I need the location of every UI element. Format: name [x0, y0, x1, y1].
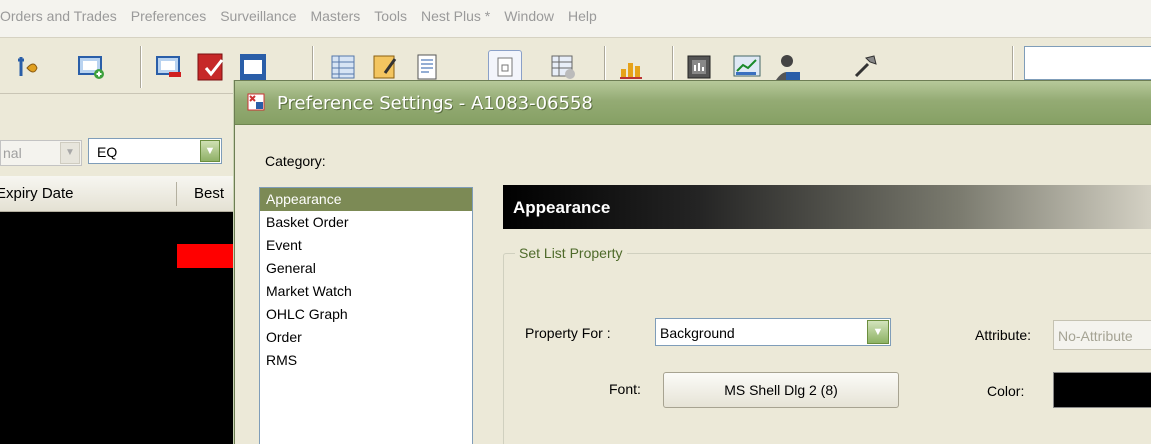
menu-help[interactable]: Help: [568, 8, 597, 24]
market-watch-grid[interactable]: [0, 212, 240, 444]
chevron-down-icon[interactable]: ▼: [200, 140, 220, 162]
toolbar-search-input[interactable]: [1024, 46, 1151, 80]
menu-tools[interactable]: Tools: [374, 8, 407, 24]
menu-bar: Orders and Trades Preferences Surveillan…: [0, 0, 1151, 38]
property-for-value: Background: [660, 325, 735, 341]
category-label: Category:: [265, 153, 326, 169]
chart-icon[interactable]: [614, 50, 648, 84]
category-item-appearance[interactable]: Appearance: [260, 188, 472, 211]
market-watch-header: Expiry Date Best: [0, 176, 240, 212]
category-list[interactable]: Appearance Basket Order Event General Ma…: [259, 187, 473, 444]
price-cell-red[interactable]: [177, 244, 240, 268]
dialog-titlebar[interactable]: Preference Settings - A1083-06558: [235, 81, 1151, 125]
chevron-down-icon[interactable]: ▼: [867, 320, 889, 344]
menu-window[interactable]: Window: [504, 8, 554, 24]
category-item-ohlc-graph[interactable]: OHLC Graph: [260, 303, 472, 326]
series-value: EQ: [97, 144, 118, 160]
menu-masters[interactable]: Masters: [310, 8, 360, 24]
category-item-general[interactable]: General: [260, 257, 472, 280]
column-best[interactable]: Best: [194, 185, 224, 202]
menu-preferences[interactable]: Preferences: [131, 8, 206, 24]
add-watch-icon[interactable]: [74, 50, 108, 84]
instrument-combo[interactable]: nal ▼: [0, 140, 82, 166]
instrument-value: nal: [3, 145, 22, 161]
panel-title: Appearance: [513, 198, 611, 217]
menu-surveillance[interactable]: Surveillance: [220, 8, 296, 24]
series-combo[interactable]: EQ ▼: [88, 138, 222, 164]
category-item-market-watch[interactable]: Market Watch: [260, 280, 472, 303]
menu-nest-plus[interactable]: Nest Plus *: [421, 8, 490, 24]
user-icon[interactable]: [770, 50, 804, 84]
app-icon: [247, 93, 265, 111]
category-item-basket-order[interactable]: Basket Order: [260, 211, 472, 234]
notepad-icon[interactable]: [368, 50, 402, 84]
window-icon[interactable]: [236, 50, 270, 84]
menu-orders-and-trades[interactable]: Orders and Trades: [0, 8, 117, 24]
column-expiry-date[interactable]: Expiry Date: [0, 185, 74, 202]
color-swatch[interactable]: [1053, 372, 1151, 408]
font-label: Font:: [609, 381, 641, 397]
filter-icon[interactable]: [10, 50, 44, 84]
table-icon[interactable]: [546, 50, 580, 84]
order-icon[interactable]: [194, 50, 228, 84]
tools-icon[interactable]: [848, 50, 882, 84]
remove-watch-icon[interactable]: [152, 50, 186, 84]
attribute-select: No-Attribute: [1053, 320, 1151, 350]
blank-doc-icon[interactable]: [488, 50, 522, 84]
color-label: Color:: [987, 383, 1025, 399]
panel-header: Appearance: [503, 185, 1151, 229]
preference-settings-dialog: Preference Settings - A1083-06558 Catego…: [234, 80, 1151, 444]
dialog-title: Preference Settings - A1083-06558: [277, 93, 593, 114]
filter-bar: nal ▼ EQ ▼: [0, 94, 240, 174]
category-item-order[interactable]: Order: [260, 326, 472, 349]
font-button[interactable]: MS Shell Dlg 2 (8): [663, 372, 899, 408]
attribute-label: Attribute:: [975, 327, 1032, 343]
property-for-label: Property For :: [525, 325, 611, 341]
grid-icon[interactable]: [326, 50, 360, 84]
category-item-rms[interactable]: RMS: [260, 349, 472, 372]
group-title: Set List Property: [515, 245, 627, 261]
screen-chart-icon[interactable]: [730, 50, 764, 84]
column-divider[interactable]: [176, 182, 177, 206]
terminal-icon[interactable]: [682, 50, 716, 84]
property-for-select[interactable]: Background ▼: [655, 318, 891, 346]
category-item-event[interactable]: Event: [260, 234, 472, 257]
chevron-down-icon[interactable]: ▼: [60, 142, 80, 164]
attribute-value: No-Attribute: [1058, 328, 1133, 344]
report-icon[interactable]: [410, 50, 444, 84]
